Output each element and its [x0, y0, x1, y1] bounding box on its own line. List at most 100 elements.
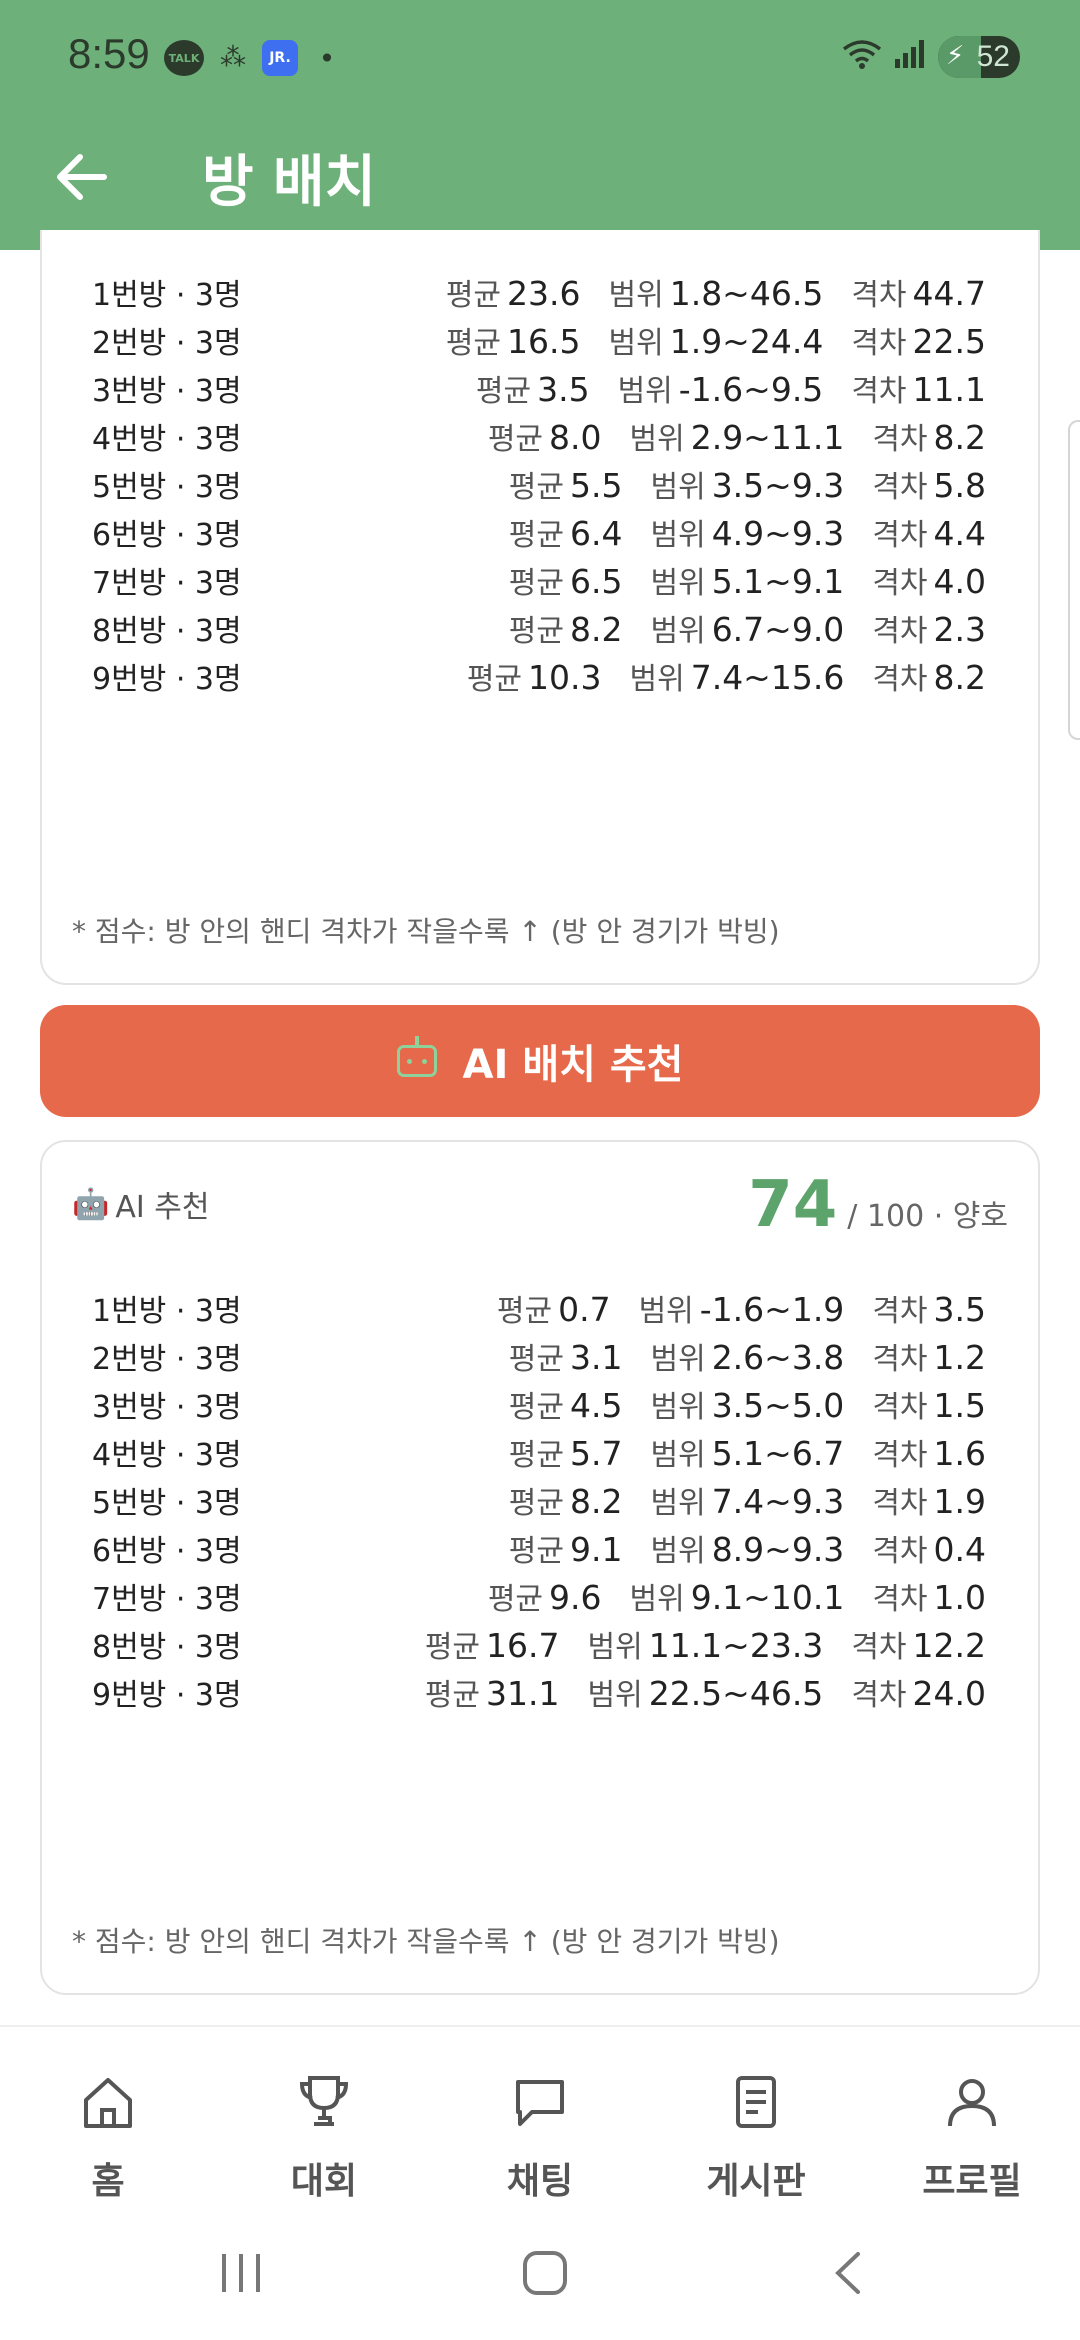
gap-label: 격차 [872, 1486, 928, 1521]
gap-stat: 격차 24.0 [851, 1670, 986, 1714]
room-stats: 평균 8.2 범위 7.4~9.3 격차 1.9 [481, 1478, 986, 1522]
room-stats: 평균 5.5 범위 3.5~9.3 격차 5.8 [481, 462, 986, 506]
room-stats: 평균 0.7 범위 -1.6~1.9 격차 3.5 [469, 1286, 986, 1330]
room-stats: 평균 31.1 범위 22.5~46.5 격차 24.0 [397, 1670, 986, 1714]
avg-label: 평균 [508, 1486, 564, 1521]
range-value: 2.6~3.8 [711, 1338, 845, 1377]
room-name: 3번방 · 3명 [92, 374, 242, 409]
range-value: -1.6~9.5 [678, 370, 824, 409]
gap-value: 2.3 [933, 610, 986, 649]
avg-value: 0.7 [558, 1290, 611, 1329]
gap-stat: 격차 2.3 [872, 606, 986, 650]
gap-label: 격차 [872, 470, 928, 505]
gap-label: 격차 [872, 1438, 928, 1473]
ai-header-label: AI 추천 [115, 1190, 210, 1225]
nav-item-competition[interactable]: 대회 [216, 2030, 432, 2210]
gap-value: 1.0 [933, 1578, 986, 1617]
ai-recommend-button[interactable]: AI 배치 추천 [40, 1005, 1040, 1117]
avg-stat: 평균 8.2 [509, 606, 623, 650]
range-value: 7.4~15.6 [690, 658, 845, 697]
gap-label: 격차 [872, 1390, 928, 1425]
avg-label: 평균 [508, 518, 564, 553]
range-stat: 범위 6.7~9.0 [650, 606, 844, 650]
range-label: 범위 [587, 1678, 643, 1713]
gap-value: 3.5 [933, 1290, 986, 1329]
room-name: 4번방 · 3명 [92, 422, 242, 457]
range-label: 범위 [608, 278, 664, 313]
avg-value: 9.6 [549, 1578, 602, 1617]
range-label: 범위 [650, 518, 706, 553]
avg-value: 5.5 [570, 466, 623, 505]
room-stats: 평균 9.6 범위 9.1~10.1 격차 1.0 [460, 1574, 986, 1618]
nav-divider [0, 2025, 1080, 2027]
room-name: 4번방 · 3명 [92, 1438, 242, 1473]
avg-value: 16.5 [507, 322, 581, 361]
range-stat: 범위 9.1~10.1 [630, 1574, 845, 1618]
avg-value: 10.3 [528, 658, 602, 697]
profile-icon [948, 2079, 996, 2127]
nav-item-chat[interactable]: 채팅 [432, 2030, 648, 2210]
gap-stat: 격차 3.5 [872, 1286, 986, 1330]
gap-label: 격차 [872, 1534, 928, 1569]
gap-value: 24.0 [912, 1674, 986, 1713]
avg-label: 평균 [424, 1630, 481, 1665]
top-bar: 8:59 TALK ⁂ JR. • ⚡ 52 방 배치 [0, 0, 1080, 250]
home-button-icon[interactable] [522, 2250, 568, 2300]
room-stats: 평균 8.2 범위 6.7~9.0 격차 2.3 [481, 606, 986, 650]
gap-value: 12.2 [912, 1626, 986, 1665]
room-row: 9번방 · 3명 평균 31.1 범위 22.5~46.5 격차 24.0 [92, 1664, 986, 1720]
range-value: 8.9~9.3 [711, 1530, 845, 1569]
range-stat: 범위 -1.6~9.5 [618, 366, 824, 410]
app-grid-icon: ⁂ [220, 43, 246, 73]
range-value: 5.1~9.1 [711, 562, 845, 601]
range-label: 범위 [587, 1630, 643, 1665]
nav-item-board[interactable]: 게시판 [648, 2030, 864, 2210]
range-stat: 범위 5.1~9.1 [650, 558, 844, 602]
gap-label: 격차 [872, 1582, 928, 1617]
range-value: 2.9~11.1 [690, 418, 845, 457]
charging-icon: ⚡ [946, 41, 965, 71]
range-label: 범위 [650, 1486, 706, 1521]
avg-value: 4.5 [570, 1386, 623, 1425]
system-back-icon[interactable] [826, 2250, 872, 2300]
avg-stat: 평균 8.2 [509, 1478, 623, 1522]
range-label: 범위 [629, 422, 685, 457]
range-label: 범위 [629, 1582, 685, 1617]
avg-value: 6.5 [570, 562, 623, 601]
gap-label: 격차 [851, 1630, 907, 1665]
gap-label: 격차 [872, 614, 928, 649]
range-value: 6.7~9.0 [711, 610, 845, 649]
room-stats: 평균 4.5 범위 3.5~5.0 격차 1.5 [481, 1382, 986, 1426]
range-label: 범위 [650, 614, 706, 649]
avg-stat: 평균 9.6 [488, 1574, 602, 1618]
nav-item-profile[interactable]: 프로필 [864, 2030, 1080, 2210]
avg-value: 3.5 [537, 370, 590, 409]
range-stat: 범위 5.1~6.7 [650, 1430, 844, 1474]
room-stats: 평균 10.3 범위 7.4~15.6 격차 8.2 [439, 654, 986, 698]
room-row: 9번방 · 3명 평균 10.3 범위 7.4~15.6 격차 8.2 [92, 648, 986, 704]
gap-stat: 격차 22.5 [851, 318, 986, 362]
scrollbar[interactable] [1068, 420, 1080, 740]
gap-label: 격차 [851, 374, 907, 409]
avg-value: 23.6 [507, 274, 581, 313]
gap-stat: 격차 12.2 [851, 1622, 986, 1666]
range-stat: 범위 4.9~9.3 [650, 510, 844, 554]
range-stat: 범위 7.4~15.6 [630, 654, 845, 698]
gap-value: 22.5 [912, 322, 986, 361]
gap-label: 격차 [851, 1678, 907, 1713]
back-arrow-icon[interactable] [50, 145, 114, 209]
nav-item-home[interactable]: 홈 [0, 2030, 216, 2210]
avg-stat: 평균 5.7 [509, 1430, 623, 1474]
room-stats: 평균 6.5 범위 5.1~9.1 격차 4.0 [481, 558, 986, 602]
gap-stat: 격차 4.4 [872, 510, 986, 554]
range-value: 11.1~23.3 [648, 1626, 824, 1665]
avg-value: 3.1 [570, 1338, 623, 1377]
range-value: 4.9~9.3 [711, 514, 845, 553]
avg-stat: 평균 16.5 [446, 318, 581, 362]
recent-apps-icon[interactable] [218, 2250, 264, 2300]
avg-value: 8.0 [549, 418, 602, 457]
room-name: 8번방 · 3명 [92, 1630, 242, 1665]
range-label: 범위 [650, 1534, 706, 1569]
range-value: 3.5~9.3 [711, 466, 845, 505]
avg-label: 평균 [508, 470, 564, 505]
